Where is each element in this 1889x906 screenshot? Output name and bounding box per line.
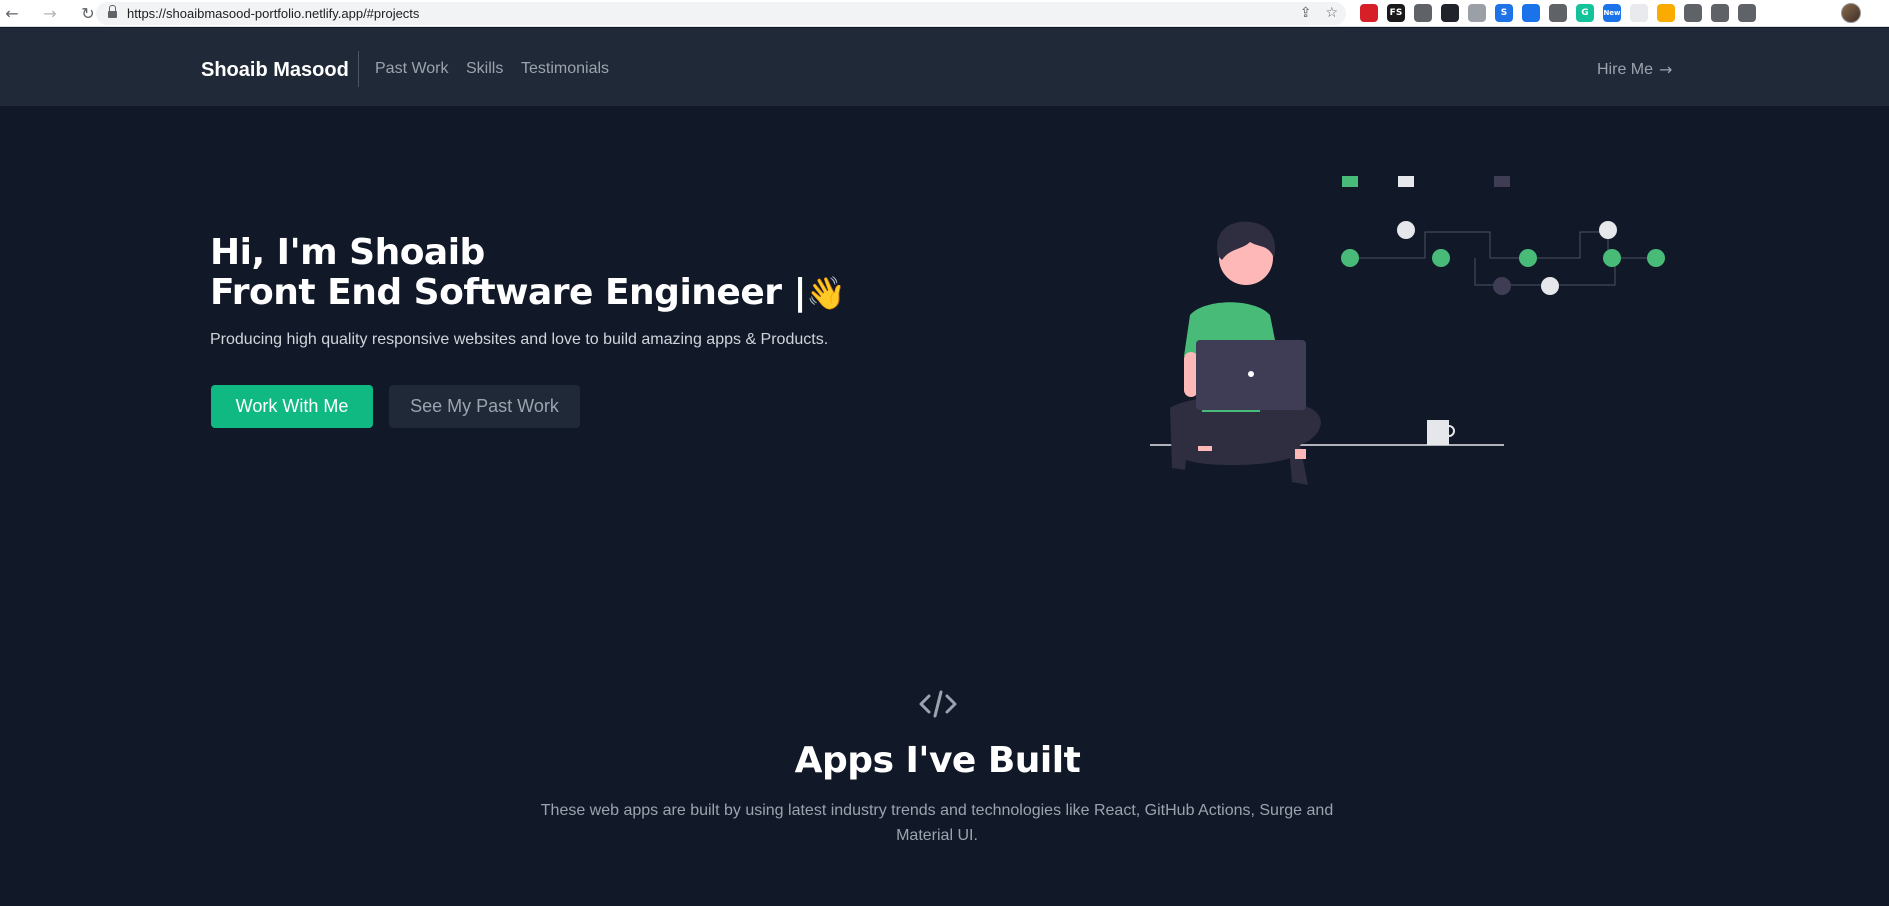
new-ext-icon[interactable]: New xyxy=(1603,4,1621,22)
node xyxy=(1519,249,1537,267)
wave-ext-icon[interactable] xyxy=(1522,4,1540,22)
hero-subtitle: Producing high quality responsive websit… xyxy=(210,331,829,348)
dark-square xyxy=(1494,176,1510,187)
lock-icon[interactable] xyxy=(108,4,117,19)
person-foot xyxy=(1295,449,1306,459)
nav-link-skills[interactable]: Skills xyxy=(466,60,503,78)
person-arm-left xyxy=(1184,352,1198,397)
share-icon[interactable]: ⇪ xyxy=(1300,5,1312,21)
node xyxy=(1599,221,1617,239)
person-foot xyxy=(1198,446,1212,451)
hire-me-label: Hire Me xyxy=(1597,60,1654,78)
see-past-work-button[interactable]: See My Past Work xyxy=(389,385,580,428)
calendar-ext-icon[interactable] xyxy=(1630,4,1648,22)
react-devtools-ext-icon[interactable] xyxy=(1441,4,1459,22)
opera-ext-icon[interactable] xyxy=(1360,4,1378,22)
browser-toolbar: ← → ↻ https://shoaibmasood-portfolio.net… xyxy=(0,0,1889,27)
node xyxy=(1493,277,1511,295)
laptop-logo xyxy=(1248,371,1254,377)
fs-ext-icon[interactable]: FS xyxy=(1387,4,1405,22)
back-icon[interactable]: ← xyxy=(0,1,24,25)
node xyxy=(1432,249,1450,267)
code-icon xyxy=(919,690,957,718)
projects-title: Apps I've Built xyxy=(794,740,1081,781)
eyedropper-ext-icon[interactable] xyxy=(1414,4,1432,22)
white-square xyxy=(1398,176,1414,187)
grammarly-ext-icon[interactable]: G xyxy=(1576,4,1594,22)
node xyxy=(1397,221,1415,239)
extensions-bar: FS S G New xyxy=(1360,4,1756,22)
profile-avatar[interactable] xyxy=(1841,3,1861,23)
projects-description: These web apps are built by using latest… xyxy=(540,802,1334,844)
mug-handle xyxy=(1448,425,1455,437)
node xyxy=(1541,277,1559,295)
developer-illustration xyxy=(1150,176,1665,485)
nav-link-testimonials[interactable]: Testimonials xyxy=(521,60,609,78)
hero-greeting: Hi, I'm Shoaib xyxy=(210,232,485,273)
pencil-ext-icon[interactable] xyxy=(1657,4,1675,22)
green-square xyxy=(1342,176,1358,187)
s-badge-ext-icon[interactable]: S xyxy=(1495,4,1513,22)
brand-logo[interactable]: Shoaib Masood xyxy=(201,59,349,82)
work-with-me-button[interactable]: Work With Me xyxy=(211,385,373,428)
node xyxy=(1647,249,1665,267)
arrow-right-icon: → xyxy=(1659,60,1673,79)
address-bar[interactable]: https://shoaibmasood-portfolio.netlify.a… xyxy=(96,2,1346,25)
bookmark-star-icon[interactable]: ☆ xyxy=(1325,5,1338,21)
hero-role: Front End Software Engineer | xyxy=(210,272,807,313)
brand-divider xyxy=(358,51,359,87)
hero-heading: Hi, I'm Shoaib Front End Software Engine… xyxy=(210,233,846,313)
timer-ext-icon[interactable] xyxy=(1468,4,1486,22)
url-text[interactable]: https://shoaibmasood-portfolio.netlify.a… xyxy=(127,6,419,21)
coin-ext-icon[interactable] xyxy=(1549,4,1567,22)
reading-list-icon[interactable] xyxy=(1738,4,1756,22)
forward-icon[interactable]: → xyxy=(38,1,62,25)
move-ext-icon[interactable] xyxy=(1684,4,1702,22)
nav-link-past-work[interactable]: Past Work xyxy=(375,60,449,78)
node xyxy=(1603,249,1621,267)
site-header: Shoaib Masood Past Work Skills Testimoni… xyxy=(0,28,1889,106)
mug xyxy=(1427,420,1449,445)
puzzle-ext-icon[interactable] xyxy=(1711,4,1729,22)
waving-hand-icon: 👋 xyxy=(806,274,846,312)
hire-me-link[interactable]: Hire Me → xyxy=(1597,60,1672,79)
node xyxy=(1341,249,1359,267)
